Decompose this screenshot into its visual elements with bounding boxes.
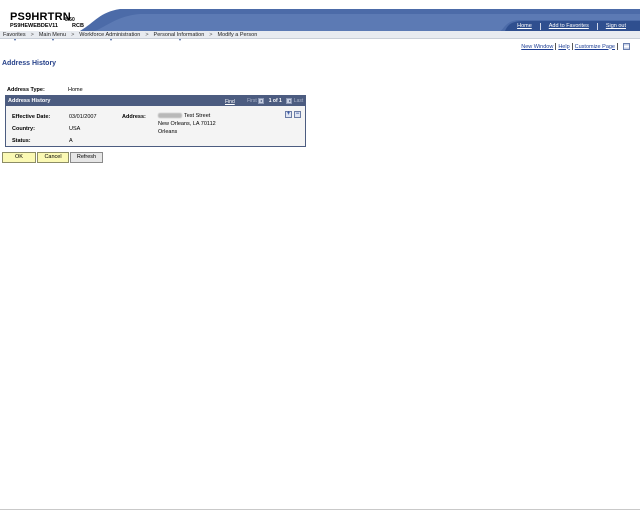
breadcrumb-main-menu[interactable]: Main Menu (39, 32, 66, 41)
page-tools: New Window Help Customize Page (521, 43, 630, 50)
divider (571, 43, 573, 50)
status-label: Status: (12, 138, 31, 144)
dropdown-arrow-icon (14, 38, 17, 41)
last-label: Last (293, 98, 304, 104)
page-grid-icon[interactable] (623, 43, 630, 50)
address-line-3: Orleans (158, 129, 178, 135)
dropdown-arrow-icon (52, 38, 55, 41)
divider (555, 43, 557, 50)
breadcrumb-modify-a-person[interactable]: Modify a Person (218, 32, 258, 38)
redacted-house-number (158, 113, 182, 119)
help-link[interactable]: Help (558, 44, 569, 50)
grid-navigation: First 1 of 1 Last (247, 97, 303, 105)
grid-header: Address History Find First 1 of 1 Last (6, 96, 305, 106)
breadcrumb-separator: > (145, 31, 149, 38)
find-link[interactable]: Find (225, 99, 235, 105)
header-bar: PS9HRTRN 8.50 PS9HEWEBDEV11 RCB Home Add… (0, 0, 640, 31)
country-value: USA (69, 126, 81, 132)
breadcrumb-separator: > (71, 31, 75, 38)
next-arrow-icon[interactable] (286, 98, 293, 104)
database-name: PS9HEWEBDEV11 (10, 23, 58, 29)
divider (617, 43, 618, 50)
effective-date-label: Effective Date: (12, 114, 51, 120)
breadcrumb-separator: > (30, 31, 34, 38)
header-links: Home Add to Favorites Sign out (509, 22, 634, 30)
address-type-value: Home (68, 87, 83, 93)
effective-date-value: 03/01/2007 (69, 114, 97, 120)
row-count: 1 of 1 (268, 98, 282, 104)
link-home[interactable]: Home (509, 22, 540, 30)
previous-arrow-icon[interactable] (258, 98, 265, 104)
dropdown-arrow-icon (109, 38, 112, 41)
country-label: Country: (12, 126, 35, 132)
grid-title: Address History (8, 98, 51, 104)
ok-button[interactable]: OK (2, 152, 36, 163)
add-row-button[interactable]: + (285, 111, 292, 118)
app-name: PS9HRTRN (10, 11, 71, 23)
breadcrumb: Favorites > Main Menu > Workforce Admini… (0, 31, 640, 41)
delete-row-button[interactable]: − (294, 111, 301, 118)
customize-page-link[interactable]: Customize Page (575, 44, 615, 50)
cancel-button[interactable]: Cancel (37, 152, 69, 163)
status-value: A (69, 138, 73, 144)
refresh-button[interactable]: Refresh (70, 152, 103, 163)
address-label: Address: (122, 114, 146, 120)
address-history-grid: Address History Find First 1 of 1 Last E… (5, 95, 306, 147)
address-value: Test Street New Orleans, LA 70112 Orlean… (158, 112, 216, 136)
page-bottom-divider (0, 509, 640, 510)
breadcrumb-personal-information[interactable]: Personal Information (154, 32, 204, 41)
link-add-to-favorites[interactable]: Add to Favorites (541, 22, 597, 30)
first-label: First (247, 98, 257, 104)
page-title: Address History (2, 60, 57, 67)
breadcrumb-workforce-administration[interactable]: Workforce Administration (79, 32, 140, 41)
breadcrumb-separator: > (209, 31, 213, 38)
new-window-link[interactable]: New Window (521, 44, 553, 50)
address-line-1: Test Street (184, 113, 211, 119)
breadcrumb-favorites[interactable]: Favorites (3, 32, 26, 41)
dropdown-arrow-icon (178, 38, 181, 41)
address-type-label: Address Type: (7, 87, 45, 93)
link-sign-out[interactable]: Sign out (598, 22, 634, 30)
address-line-2: New Orleans, LA 70112 (158, 121, 216, 127)
user-id: RCB (72, 23, 84, 29)
